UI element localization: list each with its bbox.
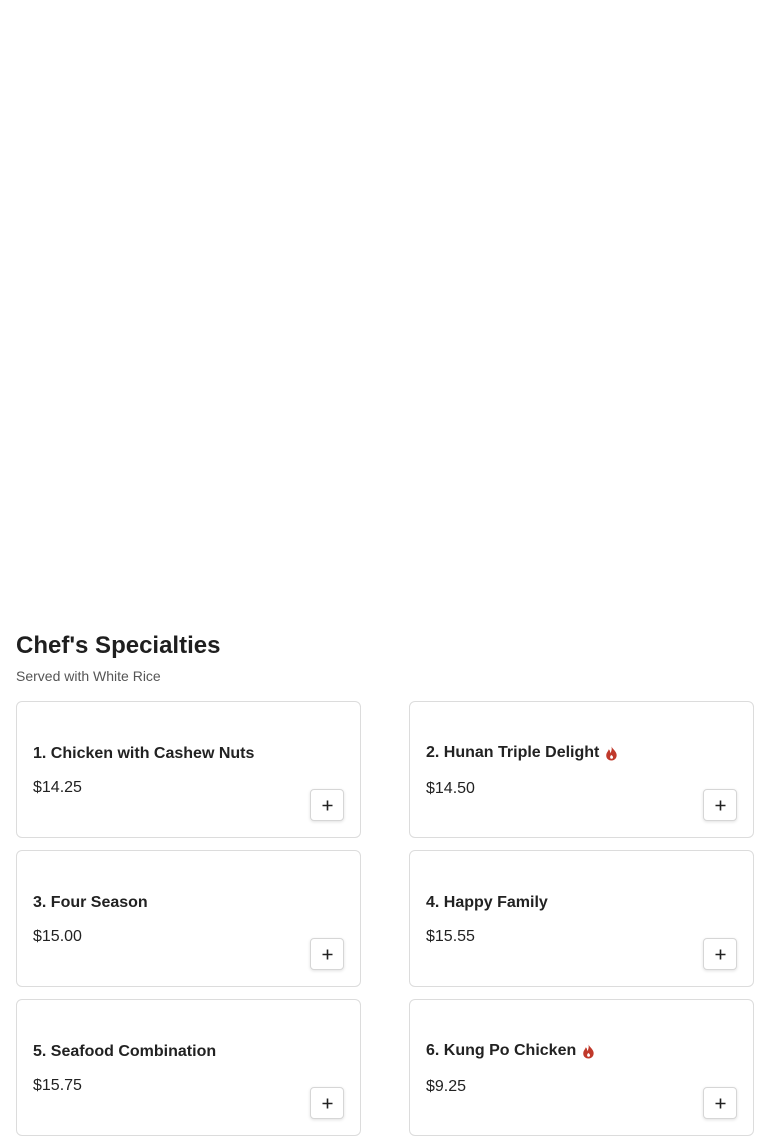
spicy-icon <box>606 746 618 760</box>
plus-icon <box>322 1098 332 1108</box>
menu-item-card[interactable]: 1. Chicken with Cashew Nuts $14.25 <box>16 701 361 838</box>
menu-item-price: $15.00 <box>33 928 82 945</box>
menu-item-name: 3. Four Season <box>33 894 148 911</box>
section-subtitle: Served with White Rice <box>16 668 161 684</box>
menu-item-name-row: 2. Hunan Triple Delight <box>426 743 618 763</box>
add-item-button[interactable] <box>310 938 344 970</box>
plus-icon <box>322 949 332 959</box>
add-item-button[interactable] <box>703 1087 737 1119</box>
menu-item-name: 2. Hunan Triple Delight <box>426 744 600 761</box>
menu-item-card[interactable]: 2. Hunan Triple Delight $14.50 <box>409 701 754 838</box>
menu-item-card[interactable]: 4. Happy Family $15.55 <box>409 850 754 987</box>
menu-item-price: $15.55 <box>426 928 475 945</box>
plus-icon <box>322 800 332 810</box>
menu-item-price: $15.75 <box>33 1077 82 1094</box>
menu-item-name-row: 1. Chicken with Cashew Nuts <box>33 744 254 764</box>
menu-item-name-row: 4. Happy Family <box>426 893 548 913</box>
menu-item-price: $9.25 <box>426 1078 467 1095</box>
plus-icon <box>715 949 725 959</box>
plus-icon <box>715 800 725 810</box>
menu-item-name-row: 3. Four Season <box>33 893 148 913</box>
section-title: Chef's Specialties <box>16 632 221 659</box>
menu-item-card[interactable]: 5. Seafood Combination $15.75 <box>16 999 361 1136</box>
menu-item-name: 6. Kung Po Chicken <box>426 1042 577 1059</box>
menu-item-name-row: 6. Kung Po Chicken <box>426 1041 595 1061</box>
add-item-button[interactable] <box>310 789 344 821</box>
add-item-button[interactable] <box>310 1087 344 1119</box>
menu-section-header: Chef's Specialties Served with White Ric… <box>16 628 754 686</box>
menu-item-price: $14.25 <box>33 779 82 796</box>
menu-page: Chef's Specialties Served with White Ric… <box>0 0 770 1139</box>
spicy-icon <box>583 1044 594 1058</box>
menu-item-card[interactable]: 6. Kung Po Chicken $9.25 <box>409 999 754 1136</box>
plus-icon <box>715 1098 725 1108</box>
menu-item-grid: 1. Chicken with Cashew Nuts $14.25 2. Hu… <box>16 701 754 1136</box>
menu-item-name-row: 5. Seafood Combination <box>33 1042 216 1062</box>
add-item-button[interactable] <box>703 789 737 821</box>
menu-item-name: 1. Chicken with Cashew Nuts <box>33 745 255 762</box>
menu-item-name: 4. Happy Family <box>426 894 548 911</box>
add-item-button[interactable] <box>703 938 737 970</box>
menu-item-price: $14.50 <box>426 780 475 797</box>
menu-item-name: 5. Seafood Combination <box>33 1043 217 1060</box>
menu-item-card[interactable]: 3. Four Season $15.00 <box>16 850 361 987</box>
